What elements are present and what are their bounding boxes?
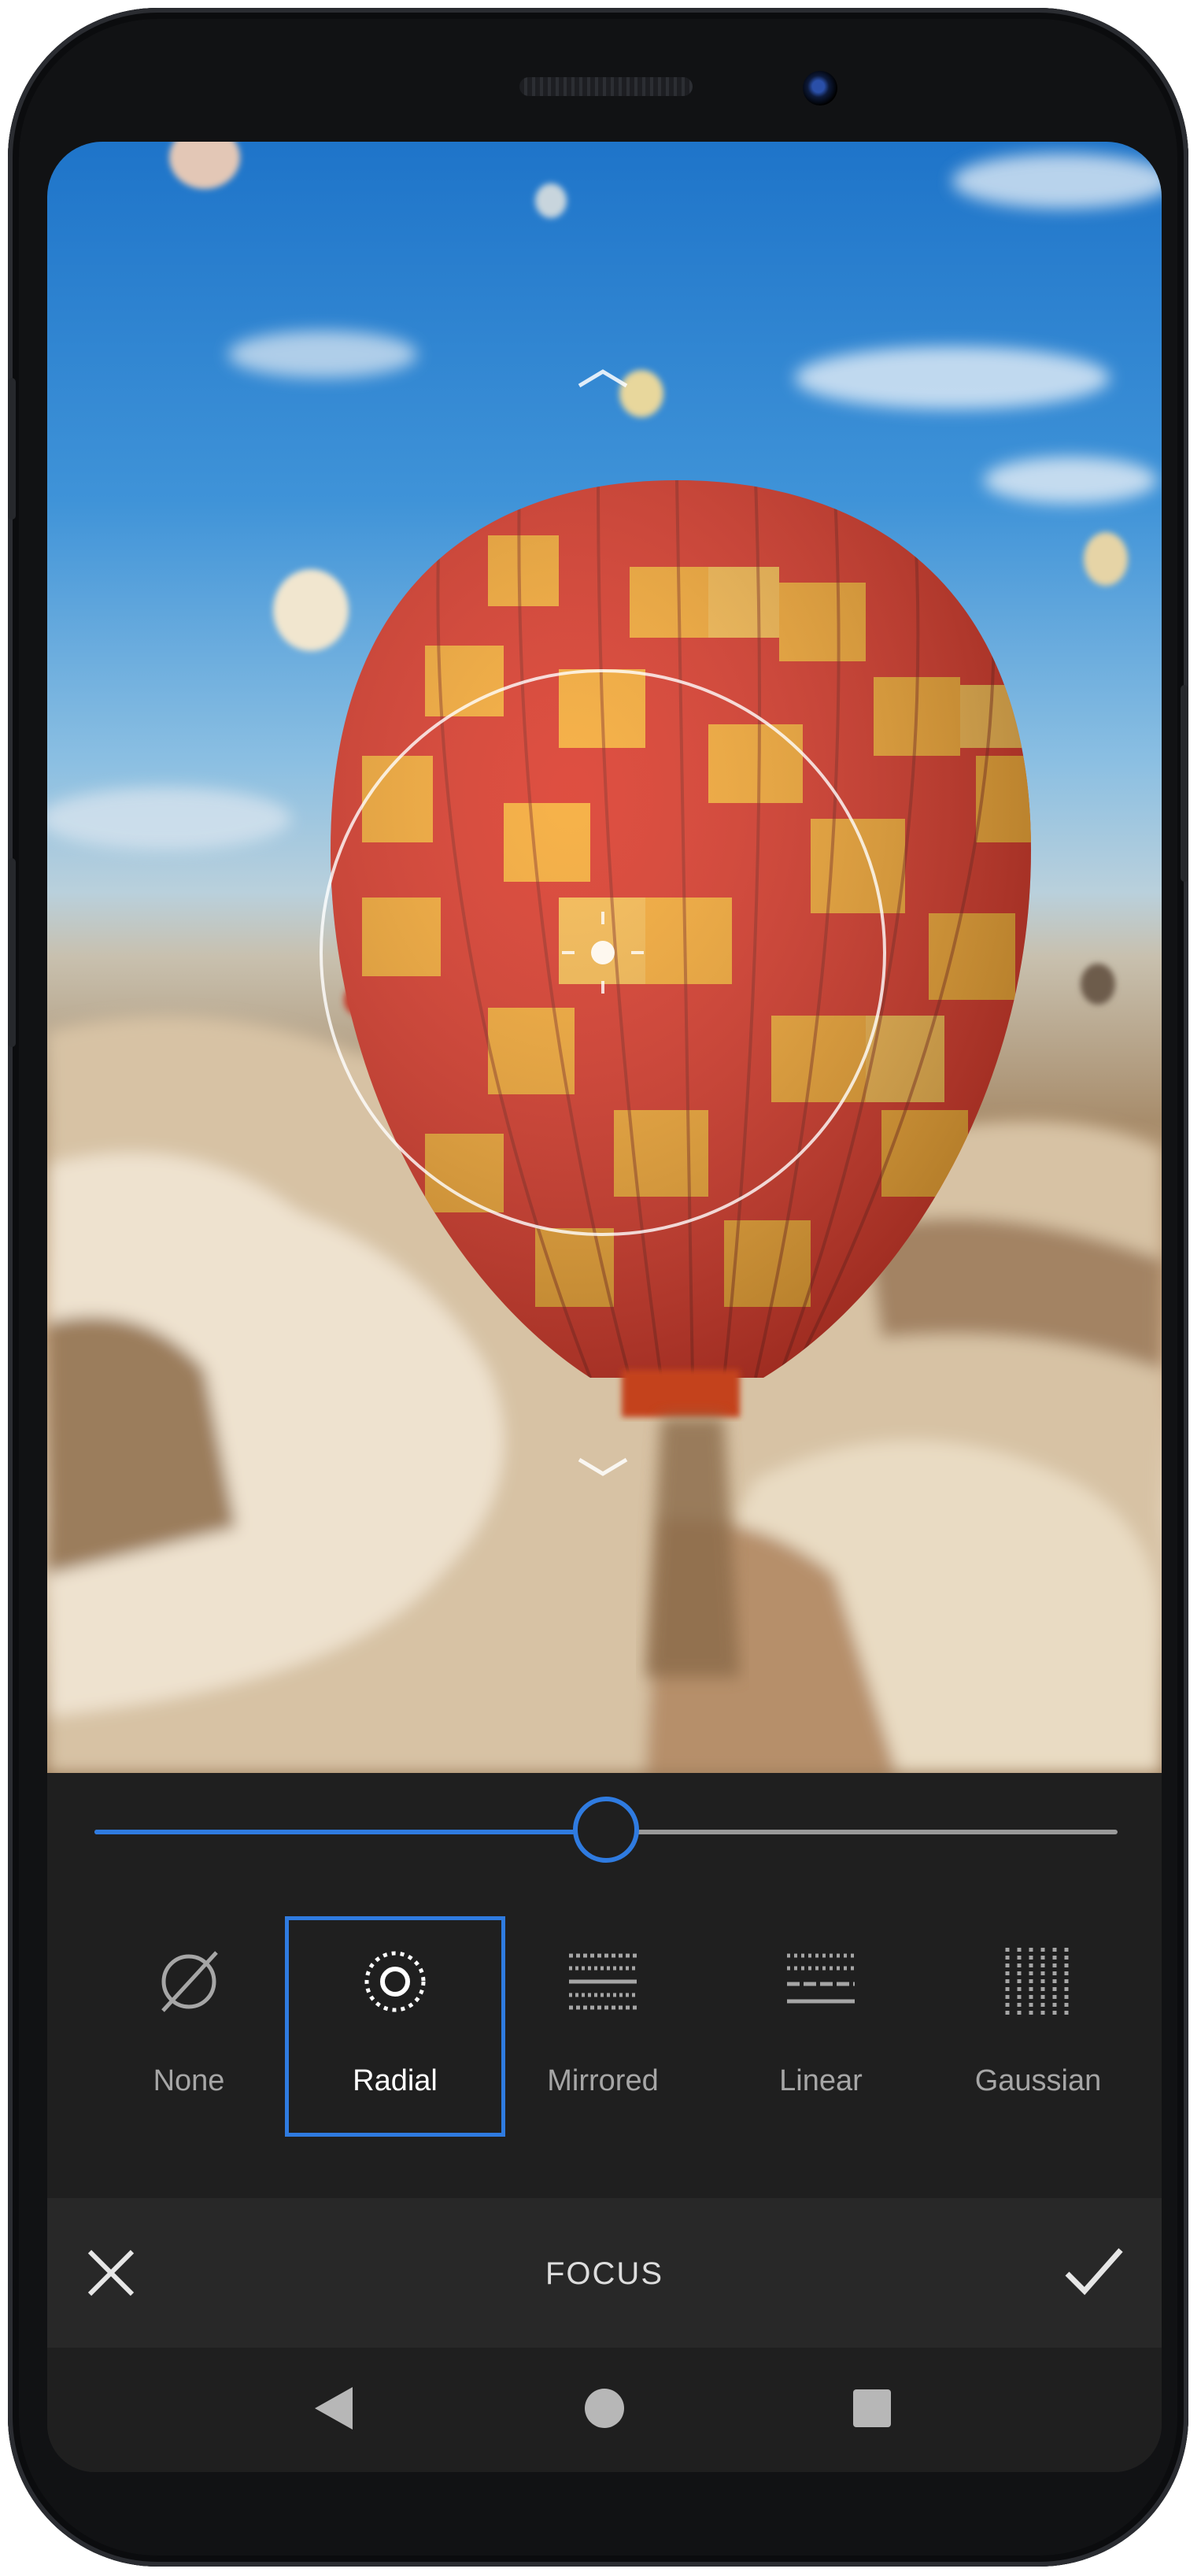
phone-frame: None Radial Mirrored Linear Gaussian FOC…	[8, 8, 1188, 2567]
focus-mode-radial[interactable]: Radial	[285, 1916, 505, 2137]
recents-square-icon[interactable]	[853, 2389, 891, 2427]
focus-mode-none[interactable]: None	[79, 1916, 299, 2137]
focus-mode-gaussian[interactable]: Gaussian	[928, 1916, 1148, 2137]
home-circle-icon[interactable]	[585, 2389, 624, 2428]
filter-label: Linear	[779, 2064, 863, 2097]
back-triangle-icon[interactable]	[313, 2385, 354, 2431]
slider-thumb[interactable]	[573, 1797, 639, 1863]
bixby-button	[8, 858, 16, 1047]
none-icon	[161, 1951, 218, 2012]
app-screen: None Radial Mirrored Linear Gaussian FOC…	[47, 142, 1162, 2472]
filter-label: Gaussian	[974, 2064, 1102, 2097]
focus-mode-linear[interactable]: Linear	[711, 1916, 931, 2137]
action-bar: FOCUS	[47, 2198, 1162, 2348]
gaussian-icon	[1005, 1948, 1069, 2015]
filter-label: Mirrored	[547, 2064, 659, 2097]
radial-icon	[364, 1951, 426, 2012]
filter-label: Radial	[353, 2064, 438, 2097]
focus-mode-mirrored[interactable]: Mirrored	[493, 1916, 713, 2137]
mirrored-icon	[569, 1953, 637, 2010]
check-icon[interactable]	[1064, 2244, 1124, 2299]
power-button	[1181, 685, 1188, 882]
earpiece-speaker	[519, 77, 693, 96]
blur-strength-slider[interactable]	[94, 1797, 1118, 1863]
chevron-up-icon[interactable]	[578, 369, 628, 388]
focus-mode-list: None Radial Mirrored Linear Gaussian	[47, 1916, 1162, 2137]
volume-button	[8, 378, 16, 520]
filter-label: None	[153, 2064, 225, 2097]
system-navigation-bar	[47, 2348, 1162, 2472]
photo-preview[interactable]	[47, 142, 1162, 1773]
slider-fill	[94, 1830, 606, 1834]
tool-title: FOCUS	[545, 2256, 663, 2291]
focus-controls-panel: None Radial Mirrored Linear Gaussian	[47, 1773, 1162, 2198]
front-camera	[803, 71, 837, 105]
photo-image	[47, 142, 1162, 1773]
linear-icon	[787, 1953, 855, 2004]
